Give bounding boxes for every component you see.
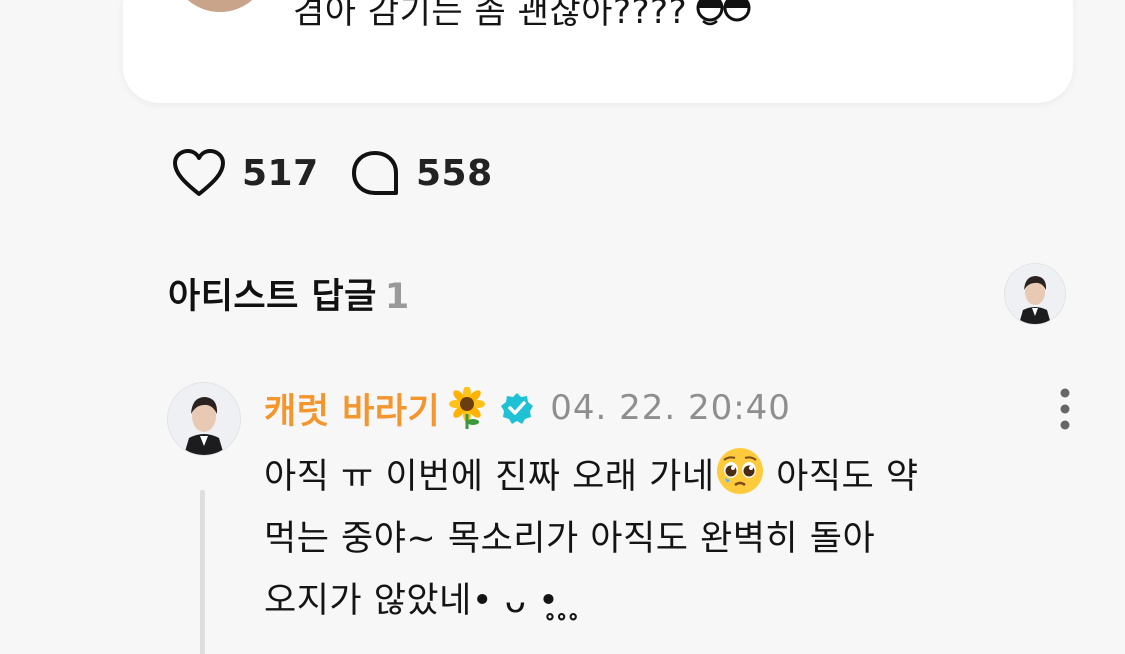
comment-count: 558 <box>416 152 493 194</box>
reply-text-1a: 아직 ㅠ 이번에 진짜 오래 가네 <box>264 457 715 497</box>
reply-timestamp: 04. 22. 20:40 <box>550 388 791 428</box>
reply-author-name[interactable]: 캐럿 바라기 <box>264 383 440 434</box>
post-card[interactable]: 겸아 감기는 좀 괜찮아???? <box>123 0 1073 103</box>
artist-replies-count: 1 <box>384 277 410 317</box>
reply-meta: 캐럿 바라기 04. 22. 20:40 <box>264 383 791 433</box>
more-options-icon[interactable] <box>1048 386 1082 432</box>
comment-button[interactable]: 558 <box>350 146 493 200</box>
like-button[interactable]: 517 <box>172 146 319 200</box>
artist-replies-heading: 아티스트 답글 1 <box>168 268 410 319</box>
comment-thread-screen: 겸아 감기는 좀 괜찮아???? 517 558 아티스트 답글 1 캐럿 바라… <box>0 0 1125 654</box>
artist-avatar-small[interactable] <box>1005 264 1065 324</box>
sunflower-emoji-icon <box>449 387 486 429</box>
like-count: 517 <box>242 152 319 194</box>
artist-replies-title: 아티스트 답글 <box>168 277 377 317</box>
peeking-eyes-emoji-icon <box>696 0 751 26</box>
pleading-face-emoji-icon <box>716 448 763 494</box>
post-text-content: 겸아 감기는 좀 괜찮아???? <box>293 0 688 32</box>
post-author-avatar[interactable] <box>171 0 269 12</box>
reply-text-1b: 아직도 약 <box>764 457 919 497</box>
reply-line-3: 오지가 않았네• ᴗ •̥ ̥ ̥ <box>264 581 583 621</box>
reply-line-2: 먹는 중야~ 목소리가 아직도 완벽히 돌아 <box>264 519 876 559</box>
heart-outline-icon <box>173 149 225 196</box>
post-text: 겸아 감기는 좀 괜찮아???? <box>293 0 753 36</box>
reply-thread-line <box>200 490 205 654</box>
reply-body: 아직 ㅠ 이번에 진짜 오래 가네 아직도 약 먹는 중야~ 목소리가 아직도 … <box>264 446 1064 632</box>
speech-bubble-icon <box>352 151 398 195</box>
verified-badge-icon <box>501 393 534 424</box>
reply-line-1: 아직 ㅠ 이번에 진짜 오래 가네 아직도 약 <box>264 446 1064 508</box>
reply-author-avatar[interactable] <box>168 383 240 455</box>
